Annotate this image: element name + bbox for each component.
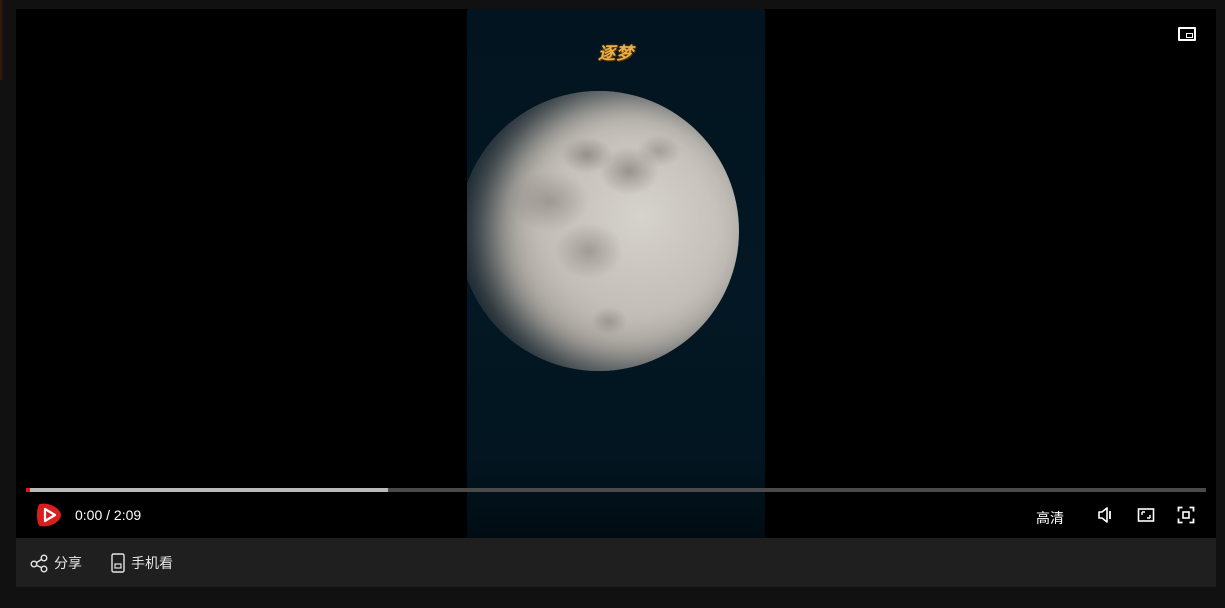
progress-bar[interactable] [26,488,1206,492]
progress-played [26,488,30,492]
share-icon [30,554,48,572]
quality-selector[interactable]: 高清 [1036,508,1064,528]
mobile-phone-icon [111,553,125,573]
volume-icon[interactable] [1097,506,1115,524]
moon-image [467,91,739,371]
video-frame: 逐梦 [467,9,765,538]
picture-in-picture-icon[interactable] [1178,27,1196,41]
action-bar: 分享 手机看 [16,538,1216,587]
mobile-label: 手机看 [131,555,173,571]
video-watermark: 逐梦 [598,44,634,64]
video-player[interactable]: 逐梦 0:00 / 2:09 高清 [16,9,1216,538]
fullscreen-icon[interactable] [1177,506,1195,524]
share-button[interactable]: 分享 [30,553,82,573]
left-edge-glow [0,0,4,80]
page: 逐梦 0:00 / 2:09 高清 分享 手机看 [0,0,1225,608]
theater-mode-icon[interactable] [1137,506,1155,524]
watch-on-mobile-button[interactable]: 手机看 [110,553,173,573]
play-logo-icon[interactable] [34,500,64,530]
time-display: 0:00 / 2:09 [75,507,142,523]
progress-buffered [26,488,388,492]
share-label: 分享 [54,555,82,571]
player-controls: 0:00 / 2:09 高清 [16,497,1216,538]
